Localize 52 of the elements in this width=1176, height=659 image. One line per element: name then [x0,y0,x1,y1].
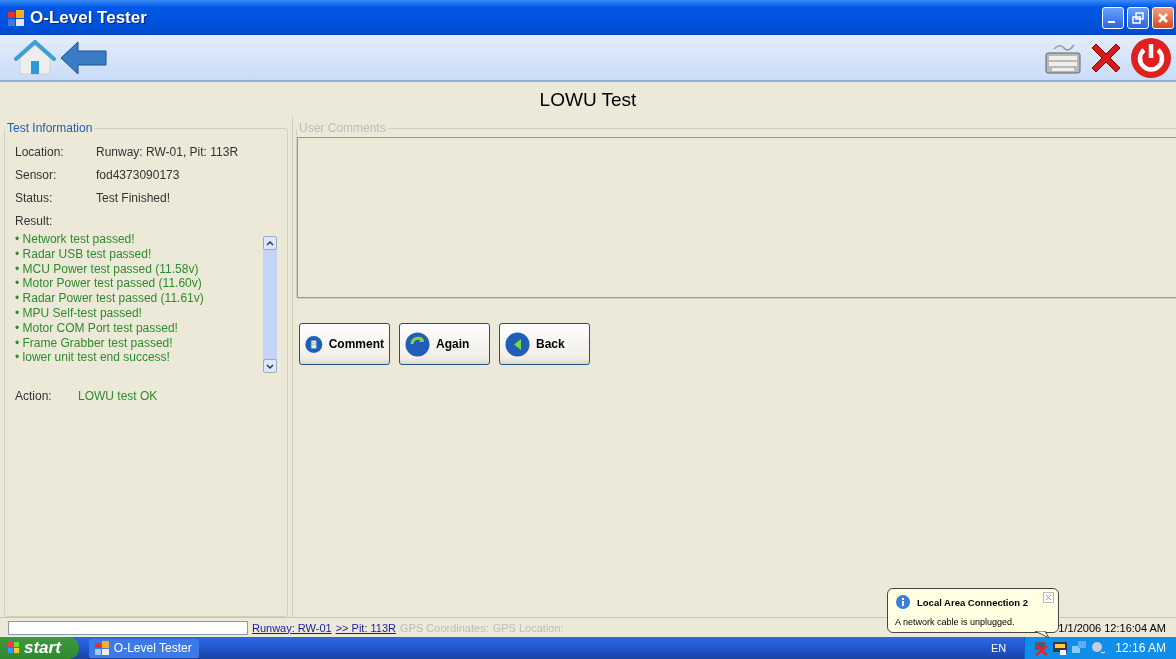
back-button[interactable]: Back [499,323,590,365]
monitor-icon[interactable] [1052,640,1069,656]
result-item: • Radar USB test passed! [15,246,153,262]
balloon-message: A network cable is unplugged. [895,617,1016,627]
windows-flag-icon [8,642,20,654]
result-item: • Frame Grabber test passed! [15,335,174,351]
clock: 12:16 AM [1115,641,1166,655]
result-item: • Motor Power test passed (11.60v) [15,276,203,292]
field-value: Test Finished! [96,191,172,205]
close-icon[interactable] [1043,592,1054,603]
field-value: Runway: RW-01, Pit: 113R [96,145,240,159]
again-icon [405,331,430,357]
power-icon[interactable] [1130,36,1172,79]
result-item: • lower unit test end success! [15,350,171,366]
pit-link[interactable]: >> Pit: 113R [335,621,397,634]
field-label: Location: [15,145,65,159]
start-button[interactable]: start [0,637,79,659]
status-field[interactable] [8,620,248,635]
again-button[interactable]: Again [399,323,490,365]
restore-button[interactable] [1127,6,1149,29]
language-indicator[interactable]: EN [991,642,1007,654]
close-button[interactable] [1152,6,1174,29]
minimize-button[interactable] [1102,6,1124,29]
result-item: • Radar Power test passed (11.61v) [15,291,205,306]
back-icon [505,331,530,357]
restore-icon [1132,11,1144,24]
window-title: O-Level Tester [30,7,148,28]
group-legend: Test Information [5,121,95,135]
home-icon[interactable] [14,39,56,76]
action-label: Action: [15,389,53,403]
back-arrow-icon[interactable] [60,39,108,76]
app-icon [8,9,24,26]
result-item: • Motor COM Port test passed! [15,320,179,336]
close-icon [1157,11,1169,24]
balloon-title: Local Area Connection 2 [917,596,1029,608]
page-heading: LOWU Test [538,87,638,112]
scrollbar[interactable] [263,236,277,373]
taskbar-item[interactable]: O-Level Tester [88,638,199,658]
field-label: Status: [15,191,54,205]
result-item: • Network test passed! [15,232,136,247]
result-label: Result: [15,214,54,228]
comment-button[interactable]: Comment [299,323,390,365]
field-label: Sensor: [15,168,58,182]
app-icon [94,641,109,655]
result-item: • MPU Self-test passed! [15,306,143,321]
minimize-icon [1108,20,1115,23]
field-value: fod4373090173 [96,168,181,182]
status-datetime: 1/1/2006 12:16:04 AM [1058,621,1167,634]
action-value: LOWU test OK [78,389,159,403]
result-item: • MCU Power test passed (11.58v) [15,261,200,277]
runway-link[interactable]: Runway: RW-01 [252,621,332,634]
info-icon [895,594,911,610]
